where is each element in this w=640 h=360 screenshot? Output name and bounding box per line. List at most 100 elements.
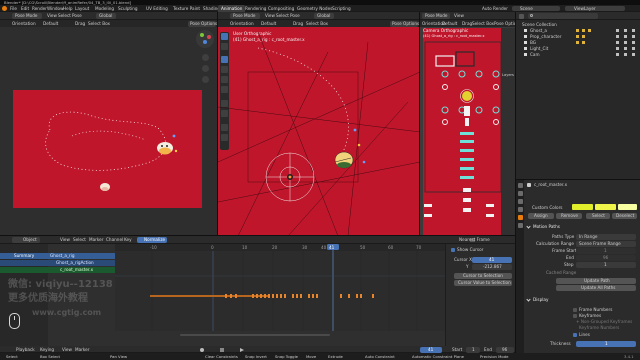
lines-checkbox[interactable] (573, 333, 577, 337)
object-tab-icon[interactable] (517, 215, 523, 220)
step-label: Step (564, 262, 574, 267)
menu-render[interactable]: Render (32, 6, 47, 11)
divider[interactable] (516, 179, 640, 180)
scene-name: Scene (520, 5, 533, 11)
start-label: Start (452, 346, 463, 352)
start-value: 1 (472, 346, 475, 352)
keyframes-label: Keyframes (579, 313, 602, 318)
show-cursor-checkbox[interactable] (451, 248, 455, 252)
tab-sculpting[interactable]: Sculpting (118, 6, 138, 11)
thickness-label: Thickness (550, 341, 571, 346)
tab-animation[interactable]: Animation (221, 6, 242, 11)
color-set-label: Custom Colors (532, 205, 563, 210)
outliner: Scene Collection Ghost_a Prop_character … (516, 12, 640, 180)
cursor-y-value: -212.867 (483, 264, 502, 269)
tab-rendering[interactable]: Rendering (245, 6, 266, 11)
assign-label: Assign (534, 213, 548, 218)
chevron-down-icon[interactable] (526, 224, 531, 229)
status-move: Move (306, 353, 317, 359)
play-icon[interactable] (240, 347, 244, 352)
status-box-select: Box Select (40, 353, 60, 359)
chevron-down-icon[interactable] (526, 297, 531, 302)
auto-render-label[interactable]: Auto Render (482, 6, 508, 11)
divider[interactable] (515, 12, 516, 353)
frame-numbers-label: Frame Numbers (579, 307, 613, 312)
playback-menu[interactable]: Playback (16, 347, 35, 352)
divider[interactable] (0, 235, 516, 236)
menu-window[interactable]: Window (47, 6, 64, 11)
render-tab-icon[interactable] (517, 191, 523, 196)
divider[interactable] (217, 12, 218, 236)
camera-ui-widgets (424, 41, 502, 217)
end-label: End (566, 255, 574, 260)
divider[interactable] (419, 12, 420, 236)
armature-tab-icon[interactable] (517, 223, 523, 228)
tab-geometry-nodes[interactable]: Geometry Nodes (297, 6, 332, 11)
deselect-label: Deselect (616, 213, 635, 218)
tab-scripting[interactable]: Scripting (332, 6, 351, 11)
ghost-character-left (157, 142, 173, 155)
update-all-label: Update All Paths (581, 285, 616, 290)
status-snap-invert: Snap Invert (245, 353, 267, 359)
status-auto-constraint-plane: Automatic Constraint Plane (412, 353, 464, 359)
camera-viewport[interactable]: Pose Mode View Orientation Default Drag … (420, 12, 521, 236)
status-bar: Select Box Select Pan View Clear Constra… (0, 353, 640, 360)
frame-numbers-checkbox[interactable] (573, 308, 577, 312)
paths-type-label: Paths Type (552, 234, 575, 239)
timeline-header: Playback Keying View Marker 41 Start 1 E… (0, 346, 516, 353)
calc-range-label: Calculation Range (536, 241, 574, 246)
menu-edit[interactable]: Edit (21, 6, 29, 11)
cursor-y-label: Y (466, 264, 469, 269)
playhead-frame[interactable]: 41 (329, 245, 334, 250)
update-path-label: Update Path (584, 278, 610, 283)
status-extrude: Extrude (328, 353, 343, 359)
version-label: 3.4.1 (624, 353, 634, 359)
tab-layout[interactable]: Layout (75, 6, 89, 11)
center-viewport[interactable]: Pose Mode View Select Pose Global Orient… (218, 12, 420, 236)
display-header[interactable]: Display (533, 297, 548, 302)
dopesheet-h-scrollbar[interactable] (180, 334, 330, 336)
cursor-to-selection-label: Cursor to Selection (463, 273, 503, 278)
outliner-toggle-icons (576, 29, 635, 56)
motion-paths-header[interactable]: Motion Paths (533, 224, 560, 229)
tab-texture-paint[interactable]: Texture Paint (173, 6, 200, 11)
bone-color-swatch-active[interactable] (618, 204, 637, 210)
cursor-x-label: Cursor X (454, 257, 472, 262)
menu-file[interactable]: File (10, 6, 17, 11)
status-snap-toggle: Snap Toggle (275, 353, 298, 359)
paths-type-value: In Range (579, 234, 598, 239)
bone-color-swatch-normal[interactable] (572, 204, 593, 210)
mouse-icon (9, 313, 20, 329)
keyframes-checkbox[interactable] (573, 314, 577, 318)
status-precision: Precision Mode (480, 353, 509, 359)
bone-name: c_root_master.x (534, 182, 568, 187)
left-viewport[interactable]: Pose Mode View Select Pose Global Orient… (0, 12, 218, 236)
nearest-frame-tab[interactable]: Nearest Frame (459, 237, 490, 242)
watermark: 微信: viqiyu--12138 更多优质海外教程 www.cgtig.com (8, 280, 168, 330)
timeline-marker-menu[interactable]: Marker (75, 347, 89, 352)
tab-compositing[interactable]: Compositing (268, 6, 294, 11)
record-icon[interactable] (200, 347, 204, 352)
small-ghost-left (100, 183, 110, 191)
bone-color-swatch-select[interactable] (595, 204, 616, 210)
keying-menu[interactable]: Keying (40, 347, 54, 352)
watermark-line1: 微信: viqiyu--12138 (8, 279, 113, 290)
step-value: 1 (604, 262, 607, 267)
menu-help[interactable]: Help (63, 6, 73, 11)
jump-start-icon[interactable] (220, 347, 224, 352)
frame-start-label: Frame Start (552, 248, 577, 253)
scene-tab-icon[interactable] (517, 207, 523, 212)
blender-logo-icon[interactable] (2, 6, 7, 11)
top-menu-bar: File Edit Render Window Help Layout Mode… (0, 5, 640, 12)
left-motion-path (45, 111, 178, 191)
cursor-value-to-selection-label: Cursor Value to Selection (458, 280, 511, 285)
lines-label: Lines (579, 332, 590, 337)
tab-modeling[interactable]: Modeling (95, 6, 114, 11)
timeline-view-menu[interactable]: View (62, 347, 72, 352)
output-tab-icon[interactable] (517, 199, 523, 204)
tool-tab-icon[interactable] (517, 183, 523, 188)
tab-uv-editing[interactable]: UV Editing (146, 6, 168, 11)
remove-label: Remove (561, 213, 578, 218)
status-auto-constraint: Auto Constraint (365, 353, 395, 359)
properties-editor: c_root_master.x Custom Colors Assign Rem… (516, 180, 640, 356)
